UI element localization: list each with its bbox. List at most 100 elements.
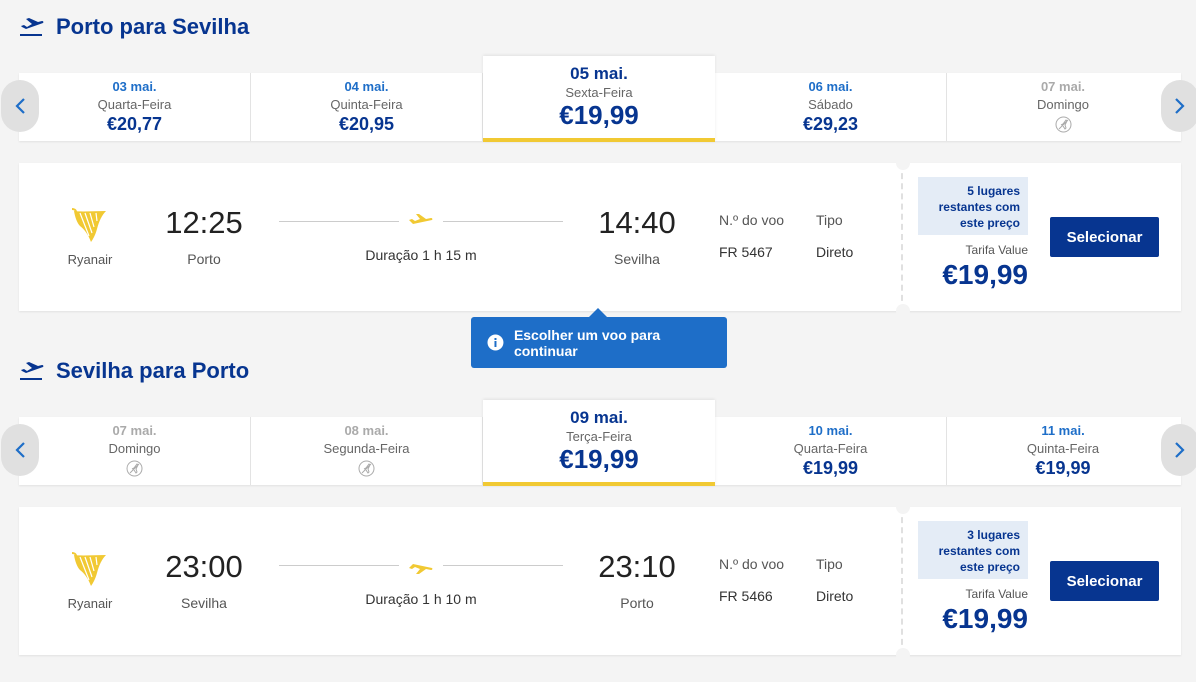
return-day-selected[interactable]: 09 mai. Terça-Feira €19,99 xyxy=(483,400,715,486)
select-flight-button[interactable]: Selecionar xyxy=(1050,561,1159,601)
chevron-right-icon xyxy=(1175,98,1185,114)
return-flight-card[interactable]: Ryanair 23:00 Sevilha Duração 1 h 10 m 2… xyxy=(19,500,1181,662)
seats-left-badge: 5 lugares restantes com este preço xyxy=(918,177,1028,235)
fare-panel: 5 lugares restantes com este preço Tarif… xyxy=(901,163,1181,311)
flight-type-block: Tipo Direto xyxy=(816,212,853,260)
outbound-day-unavailable: 07 mai. Domingo xyxy=(947,73,1179,141)
select-flight-button[interactable]: Selecionar xyxy=(1050,217,1159,257)
day-weekday: Domingo xyxy=(108,441,161,456)
flight-duration: Duração 1 h 10 m xyxy=(365,591,477,607)
day-date: 11 mai. xyxy=(1041,423,1085,438)
return-day-unavailable: 08 mai. Segunda-Feira xyxy=(251,417,483,485)
day-date: 10 mai. xyxy=(808,423,853,438)
return-day-unavailable: 07 mai. Domingo xyxy=(19,417,251,485)
flight-number: FR 5466 xyxy=(719,588,773,604)
chevron-left-icon xyxy=(15,442,25,458)
ryanair-harp-logo-icon xyxy=(71,552,106,586)
day-weekday: Quinta-Feira xyxy=(330,97,403,112)
outbound-day[interactable]: 04 mai. Quinta-Feira €20,95 xyxy=(251,73,483,141)
flight-number-label: N.º do voo xyxy=(719,556,785,572)
departure: 12:25 Porto xyxy=(149,205,259,267)
outbound-day[interactable]: 03 mai. Quarta-Feira €20,77 xyxy=(19,73,251,141)
departure-plane-icon xyxy=(20,362,44,380)
arrival: 23:10 Porto xyxy=(582,549,692,611)
seats-left-badge: 3 lugares restantes com este preço xyxy=(918,521,1028,579)
day-weekday: Quinta-Feira xyxy=(1026,441,1100,456)
return-prev-button[interactable] xyxy=(1,424,39,476)
day-price: €20,95 xyxy=(338,114,395,134)
day-weekday: Domingo xyxy=(1036,97,1090,112)
day-weekday: Sexta-Feira xyxy=(565,85,633,100)
day-weekday: Segunda-Feira xyxy=(323,441,410,456)
day-date: 03 mai. xyxy=(112,79,157,94)
return-title: Sevilha para Porto xyxy=(56,358,250,383)
info-icon xyxy=(487,334,504,351)
ryanair-harp-logo-icon xyxy=(71,208,106,242)
flight-duration: Duração 1 h 15 m xyxy=(365,247,477,263)
fare-panel: 3 lugares restantes com este preço Tarif… xyxy=(901,507,1181,655)
outbound-prev-button[interactable] xyxy=(1,80,39,132)
day-weekday: Quarta-Feira xyxy=(97,97,172,112)
return-day[interactable]: 10 mai. Quarta-Feira €19,99 xyxy=(715,417,947,485)
outbound-date-carousel: 03 mai. Quarta-Feira €20,77 04 mai. Quin… xyxy=(1,56,1196,142)
outbound-next-button[interactable] xyxy=(1161,80,1196,132)
departure-time: 23:00 xyxy=(165,549,243,584)
day-date: 07 mai. xyxy=(112,423,157,438)
chevron-right-icon xyxy=(1175,442,1185,458)
day-weekday: Terça-Feira xyxy=(566,429,632,444)
day-date: 07 mai. xyxy=(1040,79,1086,94)
flight-number-block: N.º do voo FR 5467 xyxy=(719,212,784,260)
return-date-carousel: 07 mai. Domingo 08 mai. Segunda-Feira 09… xyxy=(1,400,1196,486)
no-flight-icon xyxy=(1055,116,1071,133)
tooltip-text: Escolher um voo para continuar xyxy=(513,326,661,359)
day-date: 04 mai. xyxy=(344,79,389,94)
flight-type-label: Tipo xyxy=(816,556,843,572)
arrival-time: 23:10 xyxy=(598,549,676,584)
flight-number: FR 5467 xyxy=(719,244,773,260)
airline-name: Ryanair xyxy=(67,252,113,267)
day-price: €19,99 xyxy=(802,458,859,478)
day-price: €29,23 xyxy=(802,114,859,134)
flight-plane-icon xyxy=(409,564,433,574)
day-date: 08 mai. xyxy=(344,423,389,438)
outbound-flight-card[interactable]: Ryanair 12:25 Porto Duração 1 h 15 m 14:… xyxy=(19,156,1181,318)
flight-number-label: N.º do voo xyxy=(719,212,785,228)
flight-type-label: Tipo xyxy=(816,212,843,228)
no-flight-icon xyxy=(358,460,375,477)
airline: Ryanair xyxy=(59,205,121,269)
arrival-city: Sevilha xyxy=(614,251,660,267)
flight-plane-icon xyxy=(409,214,433,224)
outbound-day[interactable]: 06 mai. Sábado €29,23 xyxy=(715,73,947,141)
outbound-heading: Porto para Sevilha xyxy=(18,14,249,40)
day-date: 06 mai. xyxy=(808,79,853,94)
flight-type: Direto xyxy=(816,588,854,604)
arrival-time: 14:40 xyxy=(598,205,676,240)
return-next-button[interactable] xyxy=(1161,424,1196,476)
day-weekday: Sábado xyxy=(808,97,853,112)
day-price: €19,99 xyxy=(559,100,639,130)
no-flight-icon xyxy=(126,460,143,477)
outbound-title: Porto para Sevilha xyxy=(56,14,250,39)
return-heading: Sevilha para Porto xyxy=(18,358,249,384)
fare-price: €19,99 xyxy=(942,259,1028,290)
flight-type-block: Tipo Direto xyxy=(816,556,853,604)
outbound-day-selected[interactable]: 05 mai. Sexta-Feira €19,99 xyxy=(483,56,715,142)
departure-city: Sevilha xyxy=(181,595,227,611)
chevron-left-icon xyxy=(15,98,25,114)
arrival: 14:40 Sevilha xyxy=(582,205,692,267)
airline: Ryanair xyxy=(59,549,121,613)
day-price: €20,77 xyxy=(106,114,163,134)
departure-time: 12:25 xyxy=(165,205,243,240)
fare-type: Tarifa Value xyxy=(965,243,1028,257)
airline-name: Ryanair xyxy=(67,596,113,611)
fare-type: Tarifa Value xyxy=(965,587,1028,601)
day-date: 09 mai. xyxy=(570,408,628,427)
choose-flight-tooltip: Escolher um voo para continuar xyxy=(471,308,727,368)
day-price: €19,99 xyxy=(559,444,639,474)
departure-city: Porto xyxy=(187,251,221,267)
flight-number-block: N.º do voo FR 5466 xyxy=(719,556,784,604)
day-price: €19,99 xyxy=(1035,458,1091,478)
arrival-city: Porto xyxy=(620,595,654,611)
return-day[interactable]: 11 mai. Quinta-Feira €19,99 xyxy=(947,417,1179,485)
day-date: 05 mai. xyxy=(570,64,628,83)
